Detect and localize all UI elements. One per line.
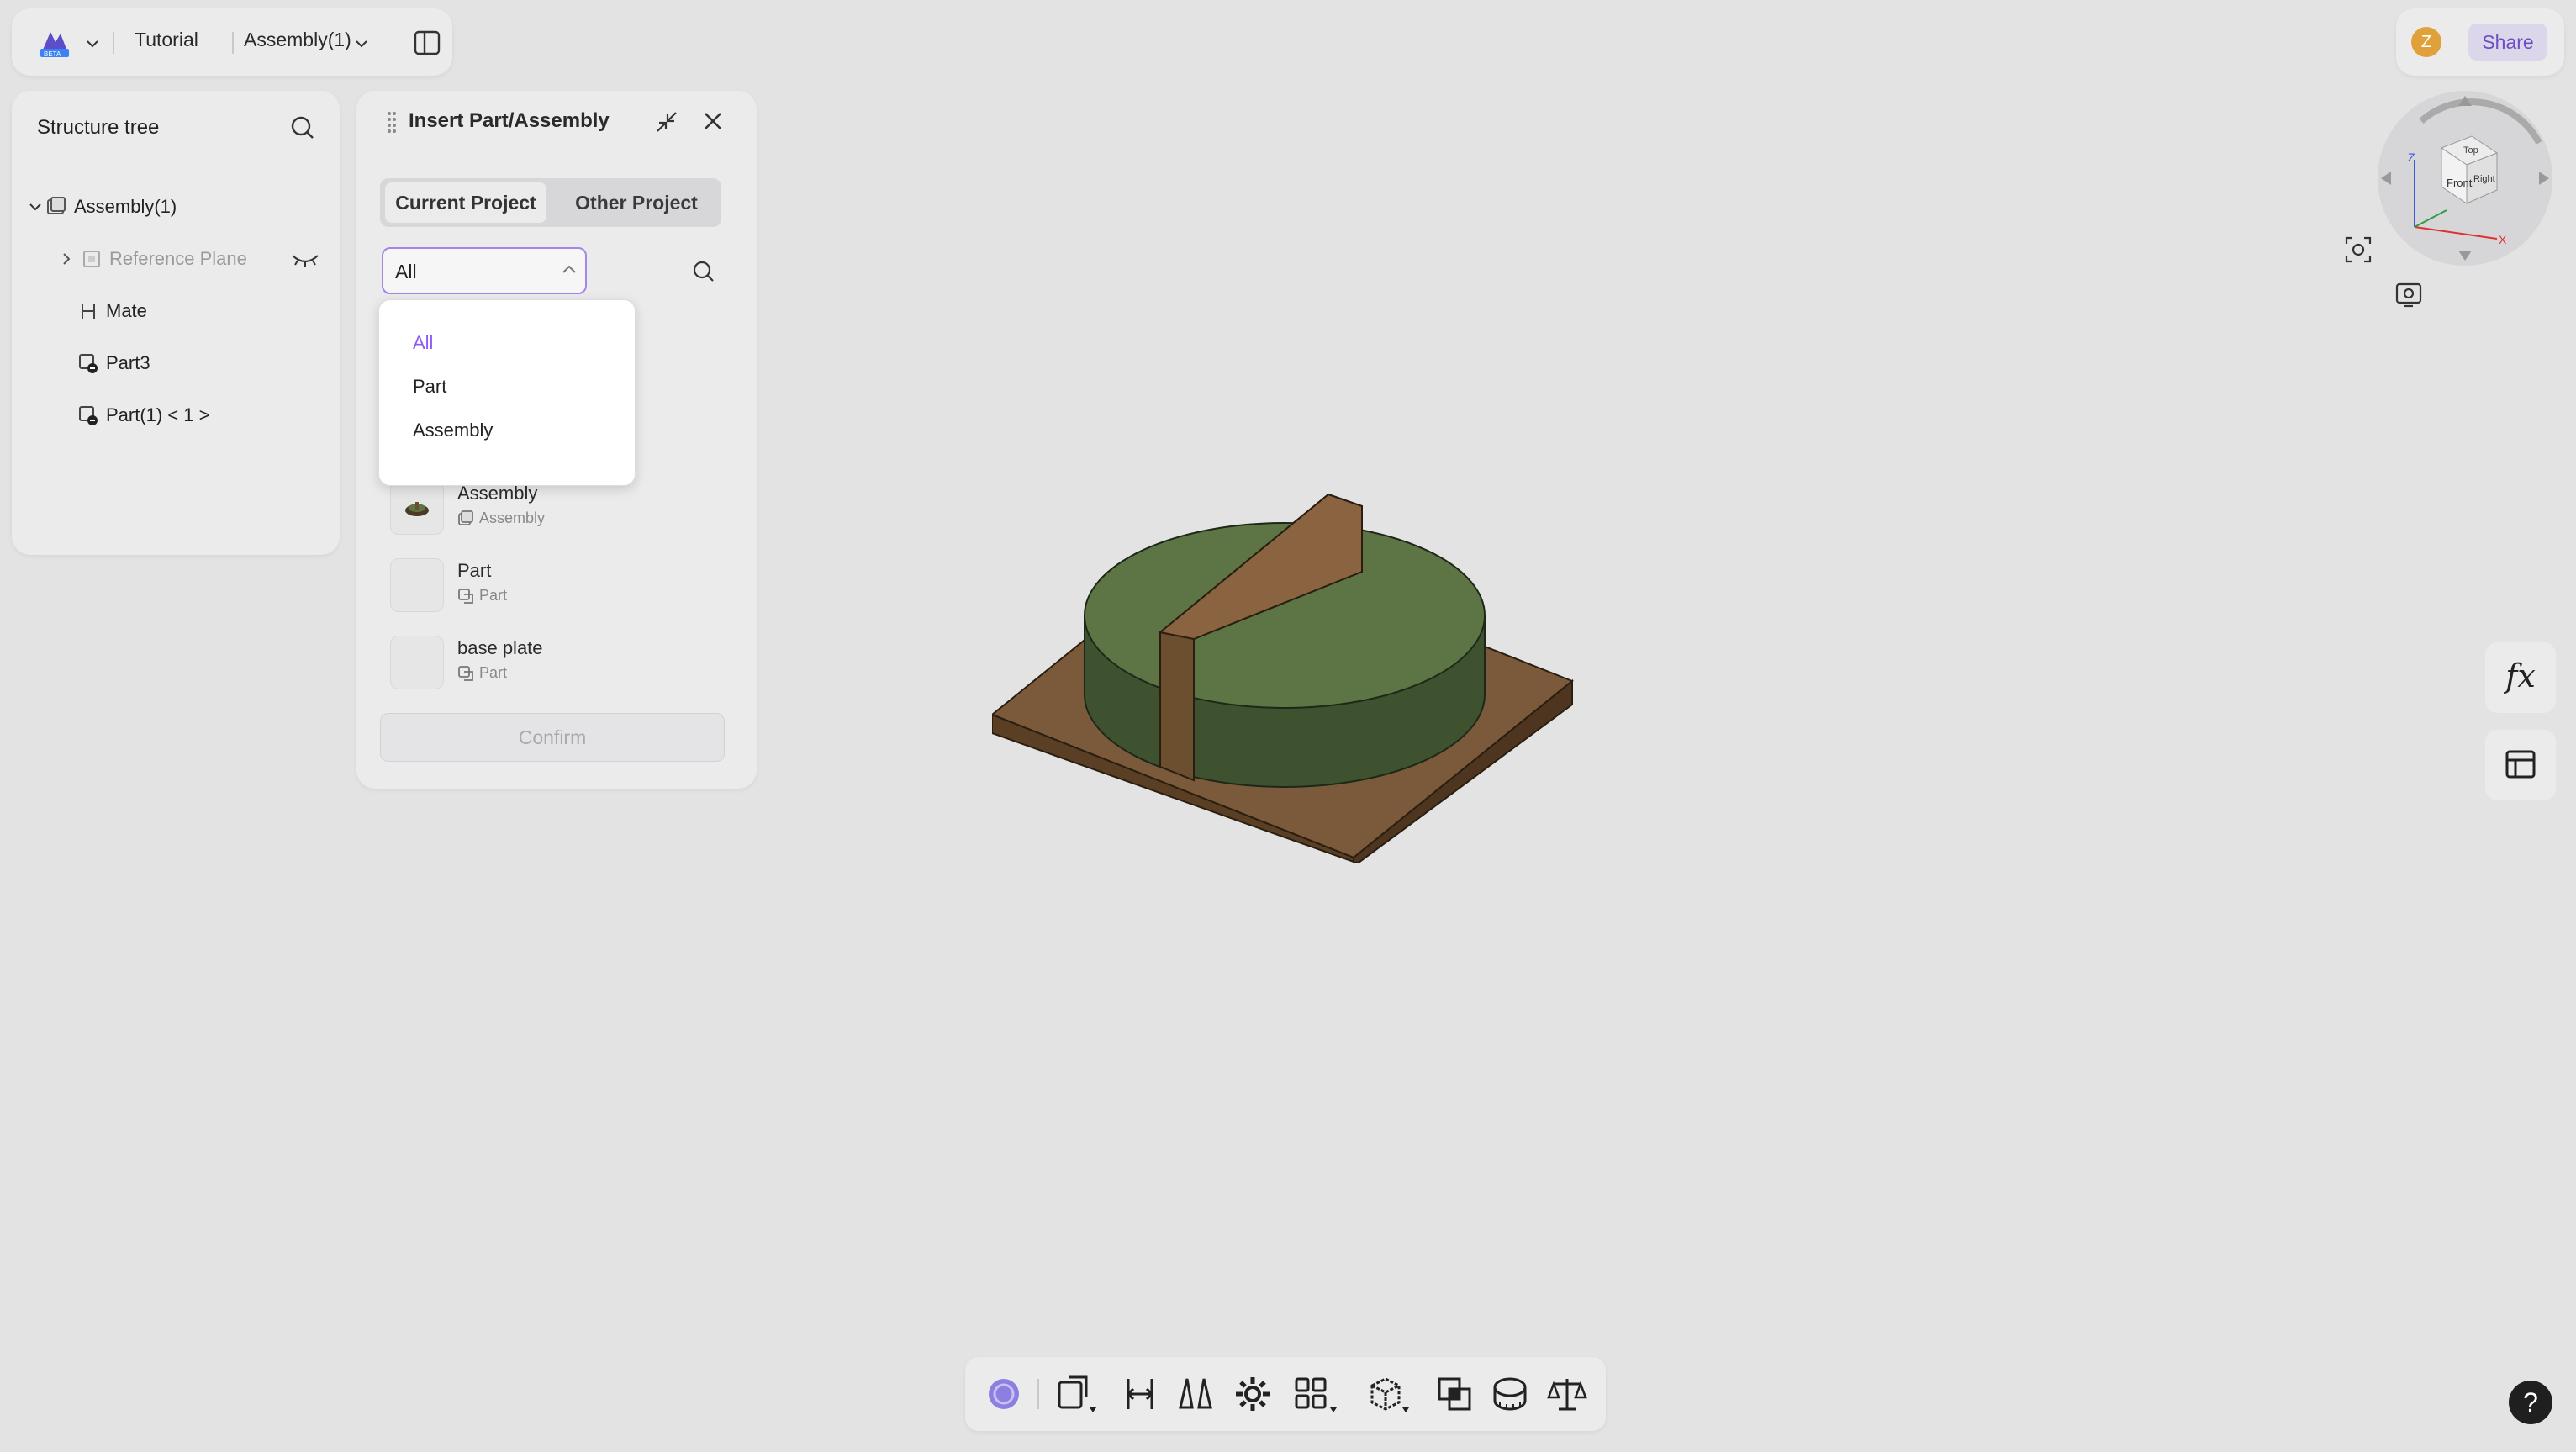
dialog-title: Insert Part/Assembly	[409, 109, 610, 132]
insert-part-icon[interactable]	[1054, 1374, 1100, 1414]
project-name[interactable]: Tutorial	[135, 29, 198, 51]
avatar[interactable]: Z	[2411, 27, 2441, 57]
formula-button[interactable]: fx	[2485, 642, 2556, 713]
list-item[interactable]: Assembly Assembly	[390, 481, 710, 548]
gear-icon[interactable]	[1233, 1374, 1273, 1414]
measure-tool-icon[interactable]	[1490, 1374, 1530, 1414]
item-name: base plate	[457, 637, 543, 658]
type-filter-dropdown: All Part Assembly	[378, 299, 636, 486]
close-icon[interactable]	[701, 109, 725, 133]
structure-tree-title: Structure tree	[37, 116, 160, 139]
help-button[interactable]: ?	[2509, 1381, 2552, 1424]
divider	[113, 32, 114, 54]
assembly-icon	[458, 510, 473, 525]
type-filter-select[interactable]: All	[382, 247, 587, 294]
item-type-label: Part	[479, 664, 508, 681]
assembly-icon	[47, 197, 66, 214]
type-filter-value: All	[395, 261, 417, 282]
x-axis-label: X	[2499, 233, 2507, 246]
top-bar: BETA Tutorial Assembly(1)	[12, 8, 452, 76]
view-cube[interactable]: Top Front Right Z X	[2371, 84, 2556, 277]
mass-properties-icon[interactable]	[1547, 1374, 1587, 1414]
document-name[interactable]: Assembly(1)	[244, 29, 351, 51]
explode-view-icon[interactable]	[1365, 1374, 1412, 1414]
divider	[232, 32, 234, 54]
mate-icon	[82, 304, 95, 319]
item-type: Part	[457, 664, 507, 682]
beta-badge: BETA	[44, 50, 61, 58]
assembly-thumbnail	[390, 481, 444, 535]
item-type: Part	[457, 587, 507, 605]
fit-view-icon[interactable]	[2344, 235, 2373, 264]
tree-item-mate[interactable]: Mate	[77, 294, 147, 328]
tree-item-label: Mate	[106, 300, 147, 321]
hidden-eye-icon[interactable]	[291, 252, 319, 267]
part-thumbnail	[390, 558, 444, 612]
share-button[interactable]: Share	[2468, 24, 2547, 61]
part-icon	[79, 354, 98, 373]
search-icon[interactable]	[691, 259, 716, 284]
dropdown-option-all[interactable]: All	[413, 332, 433, 354]
tree-item-assembly[interactable]: Assembly(1)	[29, 190, 177, 224]
tree-item-label: Reference Plane	[109, 248, 247, 269]
tab-current-project[interactable]: Current Project	[385, 182, 546, 223]
pattern-tool-icon[interactable]	[1293, 1374, 1340, 1414]
reference-plane-icon	[83, 251, 100, 267]
table-button[interactable]	[2485, 730, 2556, 800]
collapse-icon[interactable]	[654, 109, 679, 135]
interference-check-icon[interactable]	[1434, 1374, 1475, 1414]
table-icon	[2505, 750, 2536, 779]
item-type-label: Part	[479, 587, 508, 604]
display-mode-icon[interactable]	[2394, 281, 2423, 309]
bottom-toolbar	[965, 1357, 1606, 1431]
chevron-up-icon	[562, 265, 576, 273]
chevron-down-icon[interactable]	[29, 200, 42, 214]
mirror-tool-icon[interactable]	[1175, 1374, 1216, 1414]
item-name: Part	[457, 560, 492, 581]
list-item[interactable]: Part Part	[390, 558, 710, 626]
drag-handle-icon[interactable]	[387, 111, 397, 133]
cube-face-right[interactable]: Right	[2473, 174, 2495, 184]
tree-item-part3[interactable]: Part3	[77, 346, 150, 380]
rotate-view-icon[interactable]	[984, 1374, 1024, 1414]
z-axis-label: Z	[2408, 150, 2415, 164]
brand-logo-icon[interactable]: BETA	[35, 24, 74, 62]
structure-tree-panel: Structure tree Assembly(1) Reference Pla…	[12, 91, 340, 555]
list-item[interactable]: base plate Part	[390, 636, 710, 703]
search-icon[interactable]	[289, 114, 316, 141]
tree-item-part1[interactable]: Part(1) < 1 >	[77, 399, 210, 432]
divider	[1037, 1379, 1039, 1409]
part-icon	[458, 588, 473, 604]
3d-model[interactable]	[992, 488, 1597, 874]
tree-item-label: Assembly(1)	[74, 196, 177, 217]
mate-tool-icon[interactable]	[1120, 1374, 1160, 1414]
cube-face-front[interactable]: Front	[2447, 177, 2473, 189]
formula-icon: fx	[2505, 657, 2536, 694]
tree-item-label: Part3	[106, 352, 150, 373]
cube-face-top[interactable]: Top	[2463, 145, 2478, 156]
confirm-button[interactable]: Confirm	[380, 713, 725, 762]
tree-item-reference-plane[interactable]: Reference Plane	[61, 242, 247, 276]
item-type: Assembly	[457, 510, 545, 527]
part-icon	[79, 406, 98, 425]
chevron-right-icon[interactable]	[61, 252, 72, 266]
part-thumbnail	[390, 636, 444, 689]
brand-menu-chevron-icon[interactable]	[86, 39, 99, 49]
document-menu-chevron-icon[interactable]	[355, 39, 368, 49]
tab-other-project[interactable]: Other Project	[557, 182, 716, 223]
tree-item-label: Part(1) < 1 >	[106, 404, 210, 425]
toggle-panel-icon[interactable]	[414, 30, 441, 55]
dropdown-option-part[interactable]: Part	[413, 376, 446, 398]
item-type-label: Assembly	[479, 510, 546, 526]
part-icon	[458, 665, 473, 681]
project-tabs: Current Project Other Project	[380, 178, 721, 227]
dropdown-option-assembly[interactable]: Assembly	[413, 420, 493, 441]
top-right-bar: Z Share	[2396, 8, 2564, 76]
